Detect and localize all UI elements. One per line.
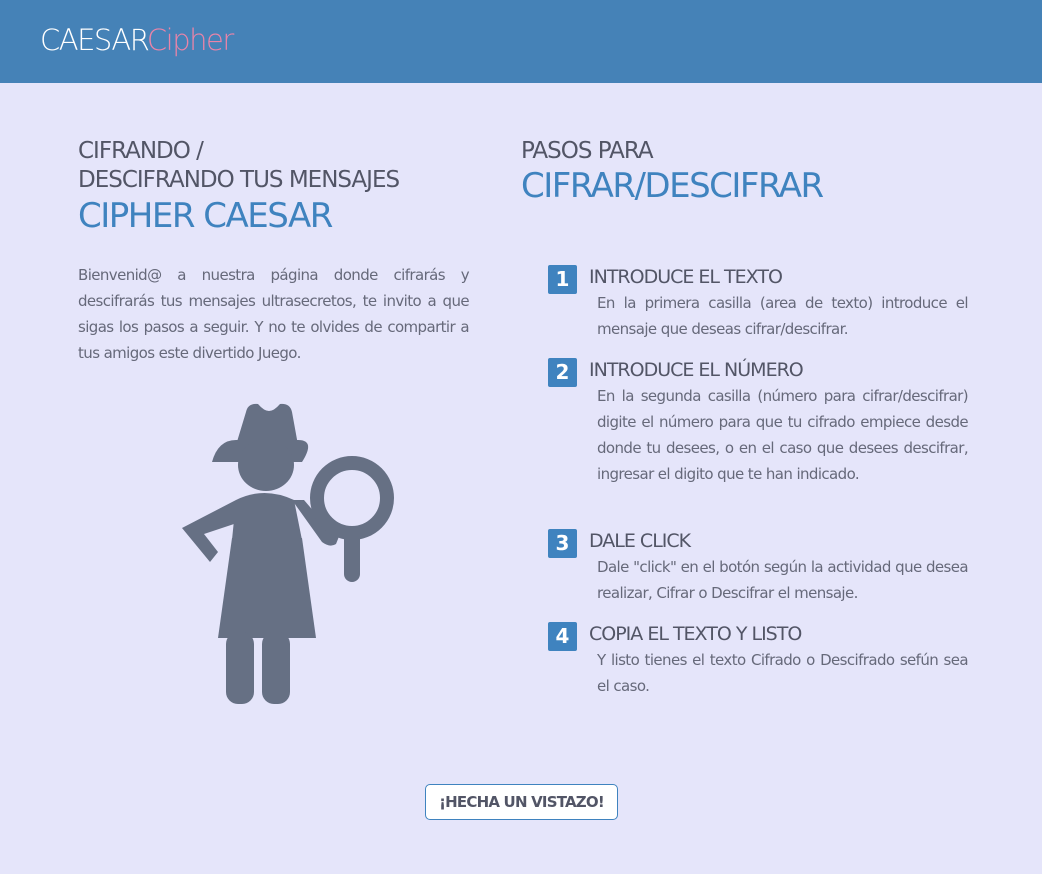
detective-girl-magnifier-icon [178, 400, 398, 710]
step-description: En la primera casilla (area de texto) in… [597, 294, 969, 338]
right-heading-small: PASOS PARA [521, 138, 654, 164]
step-title: DALE CLICK [589, 530, 691, 552]
step-title: INTRODUCE EL NÚMERO [589, 359, 804, 381]
left-heading-line1: CIFRANDO / [78, 138, 204, 164]
logo-word-caesar: CAESAR [40, 23, 148, 57]
left-heading-line2: DESCIFRANDO TUS MENSAJES [78, 167, 400, 193]
left-heading-title: CIPHER CAESAR [78, 196, 333, 236]
step-description: Dale "click" en el botón según la activi… [597, 558, 969, 602]
right-heading-title: CIFRAR/DESCIFRAR [521, 166, 824, 206]
step-description: Y listo tienes el texto Cifrado o Descif… [597, 651, 969, 695]
step-number-badge: 4 [548, 622, 577, 651]
step-number-badge: 1 [548, 265, 577, 294]
step-title: INTRODUCE EL TEXTO [589, 266, 783, 288]
intro-paragraph: Bienvenid@ a nuestra página donde cifrar… [78, 266, 470, 362]
step-number-badge: 2 [548, 358, 577, 387]
left-heading: CIFRANDO / DESCIFRANDO TUS MENSAJES CIPH… [78, 137, 400, 236]
step-title: COPIA EL TEXTO Y LISTO [589, 623, 802, 645]
step-description: En la segunda casilla (número para cifra… [597, 387, 969, 483]
logo[interactable]: CAESARCipher [40, 22, 234, 58]
take-a-look-button[interactable]: ¡HECHA UN VISTAZO! [425, 784, 618, 820]
step-number-badge: 3 [548, 529, 577, 558]
top-bar: CAESARCipher [0, 0, 1042, 83]
right-heading: PASOS PARA CIFRAR/DESCIFRAR [521, 137, 824, 206]
logo-word-cipher: Cipher [146, 23, 234, 57]
